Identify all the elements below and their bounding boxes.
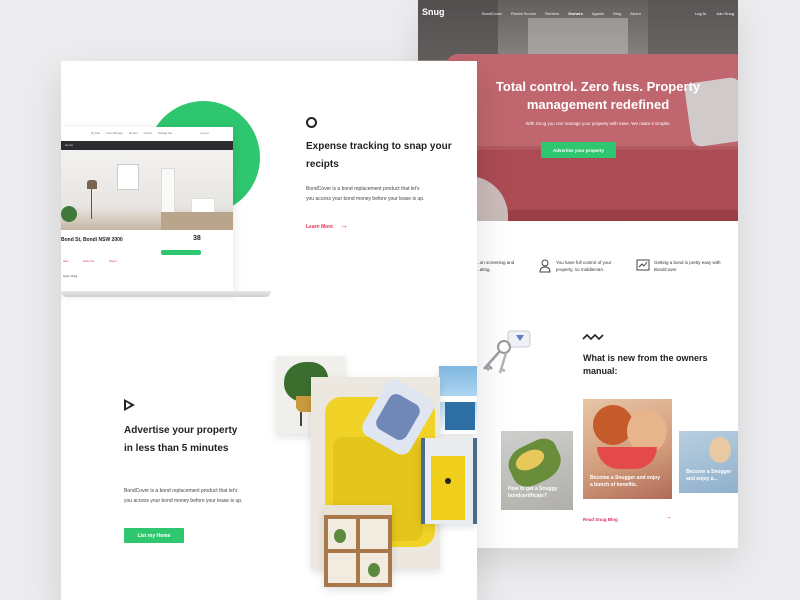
feature-text: Getting a bond is pretty easy with BondC… bbox=[654, 260, 721, 272]
nav-link-bondcover[interactable]: BondCover bbox=[482, 11, 502, 16]
apply-listing-link[interactable]: Apply Listing bbox=[63, 275, 77, 278]
chart-icon bbox=[636, 259, 650, 271]
shelf-photo bbox=[324, 505, 392, 587]
section1-title: Expense tracking to snap your recipts bbox=[306, 141, 452, 170]
laptop-nav-item: My Lists bbox=[91, 132, 101, 135]
blog-card-caption: How to get a Snuggy bondcertificate? bbox=[508, 486, 558, 499]
advertise-property-button[interactable]: Advertise your property bbox=[541, 142, 616, 158]
nav-link-renters[interactable]: Renters bbox=[545, 11, 559, 16]
news-heading: What is new from the owners manual: bbox=[583, 353, 708, 376]
nav-link-rental-scores[interactable]: Rental Scores bbox=[511, 11, 536, 16]
blog-card-bondcertificate[interactable]: How to get a Snuggy bondcertificate? bbox=[501, 431, 573, 510]
feature-text: You have full control of your property, … bbox=[556, 260, 612, 272]
top-nav: Snug BondCover Rental Scores Renters Own… bbox=[418, 0, 738, 28]
feature-full-control: You have full control of your property, … bbox=[538, 259, 620, 273]
list-my-home-button[interactable]: List my Home bbox=[124, 528, 184, 543]
laptop-nav-item: Renters bbox=[128, 132, 138, 135]
listing-save-link[interactable]: Save bbox=[63, 260, 69, 263]
learn-more-link[interactable]: Learn More bbox=[306, 224, 333, 230]
keys-icon bbox=[483, 330, 531, 374]
arrow-right-icon[interactable]: → bbox=[340, 221, 348, 230]
listing-price: 38 bbox=[193, 235, 201, 242]
laptop-base bbox=[61, 291, 271, 297]
section1-body: BondCover is a bond replacement product … bbox=[306, 186, 425, 202]
bondcover-page: My Lists Team Manager Renters Owners Man… bbox=[61, 61, 477, 600]
nav-link-agents[interactable]: Agents bbox=[592, 11, 604, 16]
ring-icon bbox=[306, 117, 317, 128]
blog-card-benefits[interactable]: Become a Snugger and enjoy a bunch of be… bbox=[583, 399, 672, 499]
listing-share-link[interactable]: Share this bbox=[83, 260, 94, 263]
laptop-toolbar-label: Home bbox=[65, 143, 74, 147]
yellow-door-photo bbox=[421, 438, 477, 524]
auth-links: Log In Join Snug bbox=[695, 11, 734, 16]
section2-title: Advertise your property in less than 5 m… bbox=[124, 425, 238, 454]
feature-screening: ...on screening and ...ating. bbox=[476, 259, 516, 273]
hero-subtitle: With Snug you can manage your property w… bbox=[525, 121, 671, 126]
blog-card-caption: Become a Snugger and enjoy a bunch of be… bbox=[590, 475, 661, 488]
blog-card-caption: Become a Snugger and enjoy a... bbox=[686, 469, 732, 482]
nav-links: BondCover Rental Scores Renters Owners A… bbox=[482, 11, 641, 16]
person-icon bbox=[539, 259, 551, 273]
laptop-nav: My Lists Team Manager Renters Owners Man… bbox=[61, 127, 233, 139]
section2-body: BondCover is a bond replacement product … bbox=[124, 488, 243, 504]
login-link[interactable]: Log In bbox=[695, 11, 706, 16]
laptop-nav-item: Manage Site bbox=[158, 132, 173, 135]
read-blog-link[interactable]: Read Snug Blog bbox=[583, 517, 618, 522]
snug-logo[interactable]: Snug bbox=[422, 7, 445, 17]
hero-title: Total control. Zero fuss. Property manag… bbox=[495, 79, 701, 112]
listing-photo bbox=[61, 150, 233, 230]
squiggle-icon bbox=[582, 333, 604, 341]
feature-bondcover: Getting a bond is pretty easy with BondC… bbox=[636, 259, 722, 273]
laptop-nav-item: Owners bbox=[143, 132, 153, 135]
laptop-nav-item: Team Manager bbox=[106, 132, 123, 135]
nav-link-owners[interactable]: Owners bbox=[568, 11, 583, 16]
listing-action-button[interactable] bbox=[161, 250, 201, 255]
blog-card-snugger[interactable]: Become a Snugger and enjoy a... bbox=[679, 431, 738, 493]
listing-address: Bond St, Bondi NSW 2000 bbox=[61, 237, 123, 243]
laptop-nav-item: Log out bbox=[200, 132, 209, 135]
arrow-right-icon[interactable]: → bbox=[665, 514, 672, 521]
laptop-toolbar: Home bbox=[61, 141, 233, 150]
laptop-mockup: My Lists Team Manager Renters Owners Man… bbox=[61, 127, 233, 293]
nav-link-blog[interactable]: Blog bbox=[613, 11, 621, 16]
join-link[interactable]: Join Snug bbox=[716, 11, 734, 16]
nav-link-about[interactable]: About bbox=[630, 11, 640, 16]
listing-report-link[interactable]: Report bbox=[109, 260, 117, 263]
building-photo bbox=[439, 366, 477, 434]
feature-text: ...on screening and ...ating. bbox=[476, 260, 515, 272]
